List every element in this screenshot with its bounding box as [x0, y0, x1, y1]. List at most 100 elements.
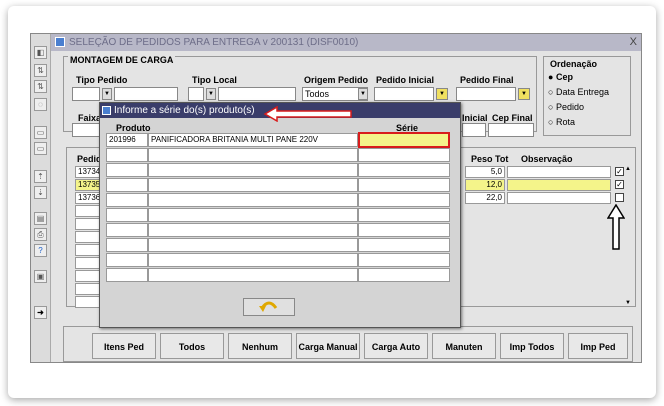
row-checkbox[interactable]: ✓ — [615, 180, 624, 189]
scroll-down-icon[interactable]: ▼ — [625, 300, 631, 306]
radio-data-entrega-label: Data Entrega — [555, 87, 609, 97]
chevron-down-icon[interactable]: ▼ — [206, 88, 216, 100]
table-row-empty[interactable] — [75, 205, 101, 217]
produto-codigo-cell[interactable] — [106, 163, 148, 177]
table-row-pedido[interactable]: 13736 — [75, 192, 101, 204]
table-row-observacao[interactable] — [507, 179, 611, 191]
radio-rota[interactable]: ○ Rota — [548, 117, 575, 127]
grid-scrollbar[interactable]: ▲ ▼ — [625, 166, 633, 306]
produto-codigo-cell[interactable] — [106, 253, 148, 267]
produto-codigo-cell[interactable] — [106, 268, 148, 282]
cep-final-field[interactable] — [488, 123, 534, 137]
produto-codigo-cell[interactable] — [106, 148, 148, 162]
table-row-observacao[interactable] — [507, 192, 611, 204]
produto-codigo-cell[interactable] — [106, 238, 148, 252]
table-row-empty[interactable] — [75, 283, 101, 295]
produto-descricao-cell[interactable] — [148, 253, 358, 267]
tipo-pedido-field[interactable] — [72, 87, 100, 101]
imp-ped-button[interactable]: Imp Ped — [568, 333, 628, 359]
col-peso-header: Peso Tot — [471, 154, 509, 164]
toolbar-button-4[interactable]: ◌ — [34, 98, 47, 111]
radio-pedido[interactable]: ○ Pedido — [548, 102, 584, 112]
toolbar-button-10[interactable]: ⎙ — [34, 228, 47, 241]
toolbar-button-5[interactable]: ▭ — [34, 126, 47, 139]
radio-selected-icon: ● — [548, 72, 554, 82]
serie-input[interactable] — [358, 132, 450, 148]
table-row-pedido[interactable]: 13734 — [75, 166, 101, 178]
row-checkbox[interactable]: ✓ — [615, 167, 624, 176]
table-row-peso[interactable]: 5,0 — [465, 166, 505, 178]
toolbar-button-1[interactable]: ◧ — [34, 46, 47, 59]
radio-rota-label: Rota — [555, 117, 575, 127]
help-icon[interactable]: ? — [34, 244, 47, 257]
chevron-down-icon[interactable]: ▼ — [358, 88, 368, 100]
nenhum-button[interactable]: Nenhum — [228, 333, 292, 359]
chevron-down-icon[interactable]: ▼ — [436, 88, 448, 100]
carga-manual-button[interactable]: Carga Manual — [296, 333, 360, 359]
todos-button[interactable]: Todos — [160, 333, 224, 359]
manuten-button[interactable]: Manuten — [432, 333, 496, 359]
itens-ped-button[interactable]: Itens Ped — [92, 333, 156, 359]
radio-cep-label: Cep — [555, 72, 573, 82]
tipo-pedido-desc[interactable] — [114, 87, 178, 101]
table-row-peso[interactable]: 22,0 — [465, 192, 505, 204]
toolbar-button-9[interactable]: ▤ — [34, 212, 47, 225]
carga-auto-button[interactable]: Carga Auto — [364, 333, 428, 359]
radio-cep[interactable]: ● Cep — [548, 72, 573, 82]
chevron-down-icon[interactable]: ▼ — [102, 88, 112, 100]
toolbar-button-2[interactable]: ⇅ — [34, 64, 47, 77]
radio-data-entrega[interactable]: ○ Data Entrega — [548, 87, 609, 97]
table-row-observacao[interactable] — [507, 166, 611, 178]
produto-codigo-cell[interactable] — [106, 193, 148, 207]
serie-cell[interactable] — [358, 163, 450, 177]
serie-cell[interactable] — [358, 268, 450, 282]
produto-descricao-cell[interactable] — [148, 193, 358, 207]
exit-icon[interactable]: ➜ — [34, 306, 47, 319]
serie-cell[interactable] — [358, 178, 450, 192]
close-icon[interactable]: X — [630, 34, 637, 51]
save-icon[interactable]: ▣ — [34, 270, 47, 283]
serie-cell[interactable] — [358, 238, 450, 252]
serie-cell[interactable] — [358, 193, 450, 207]
produto-codigo-cell[interactable] — [106, 223, 148, 237]
confirm-button[interactable] — [243, 298, 295, 316]
toolbar-button-3[interactable]: ⇅ — [34, 80, 47, 93]
produto-codigo-cell[interactable]: 201996 — [106, 133, 148, 147]
scroll-up-icon[interactable]: ▲ — [625, 166, 631, 172]
chevron-down-icon[interactable]: ▼ — [518, 88, 530, 100]
table-row-empty[interactable] — [75, 257, 101, 269]
produto-descricao-cell[interactable] — [148, 148, 358, 162]
table-row-pedido[interactable]: 13735 — [75, 179, 101, 191]
table-row-empty[interactable] — [75, 296, 101, 308]
produto-descricao-cell[interactable] — [148, 268, 358, 282]
produto-descricao-cell[interactable] — [148, 163, 358, 177]
cep-inicial-field[interactable] — [462, 123, 486, 137]
row-checkbox[interactable] — [615, 193, 624, 202]
produto-descricao-cell[interactable] — [148, 238, 358, 252]
serie-cell[interactable] — [358, 253, 450, 267]
table-row-empty[interactable] — [75, 218, 101, 230]
table-row-empty[interactable] — [75, 270, 101, 282]
tipo-local-field[interactable] — [188, 87, 204, 101]
produto-descricao-cell[interactable] — [148, 223, 358, 237]
radio-pedido-label: Pedido — [555, 102, 584, 112]
tipo-local-desc[interactable] — [218, 87, 296, 101]
serie-cell[interactable] — [358, 148, 450, 162]
produto-codigo-cell[interactable] — [106, 208, 148, 222]
serie-cell[interactable] — [358, 208, 450, 222]
table-row-empty[interactable] — [75, 244, 101, 256]
toolbar-button-8[interactable]: ⇣ — [34, 186, 47, 199]
table-row-empty[interactable] — [75, 231, 101, 243]
produto-descricao-cell[interactable] — [148, 178, 358, 192]
pedido-final-field[interactable] — [456, 87, 516, 101]
serie-cell[interactable] — [358, 223, 450, 237]
table-row-peso[interactable]: 12,0 — [465, 179, 505, 191]
produto-descricao-cell[interactable]: PANIFICADORA BRITANIA MULTI PANE 220V — [148, 133, 358, 147]
faixa-field[interactable] — [72, 123, 102, 137]
toolbar-button-6[interactable]: ▭ — [34, 142, 47, 155]
produto-descricao-cell[interactable] — [148, 208, 358, 222]
produto-codigo-cell[interactable] — [106, 178, 148, 192]
toolbar-button-7[interactable]: ⇡ — [34, 170, 47, 183]
imp-todos-button[interactable]: Imp Todos — [500, 333, 564, 359]
pedido-inicial-field[interactable] — [374, 87, 434, 101]
